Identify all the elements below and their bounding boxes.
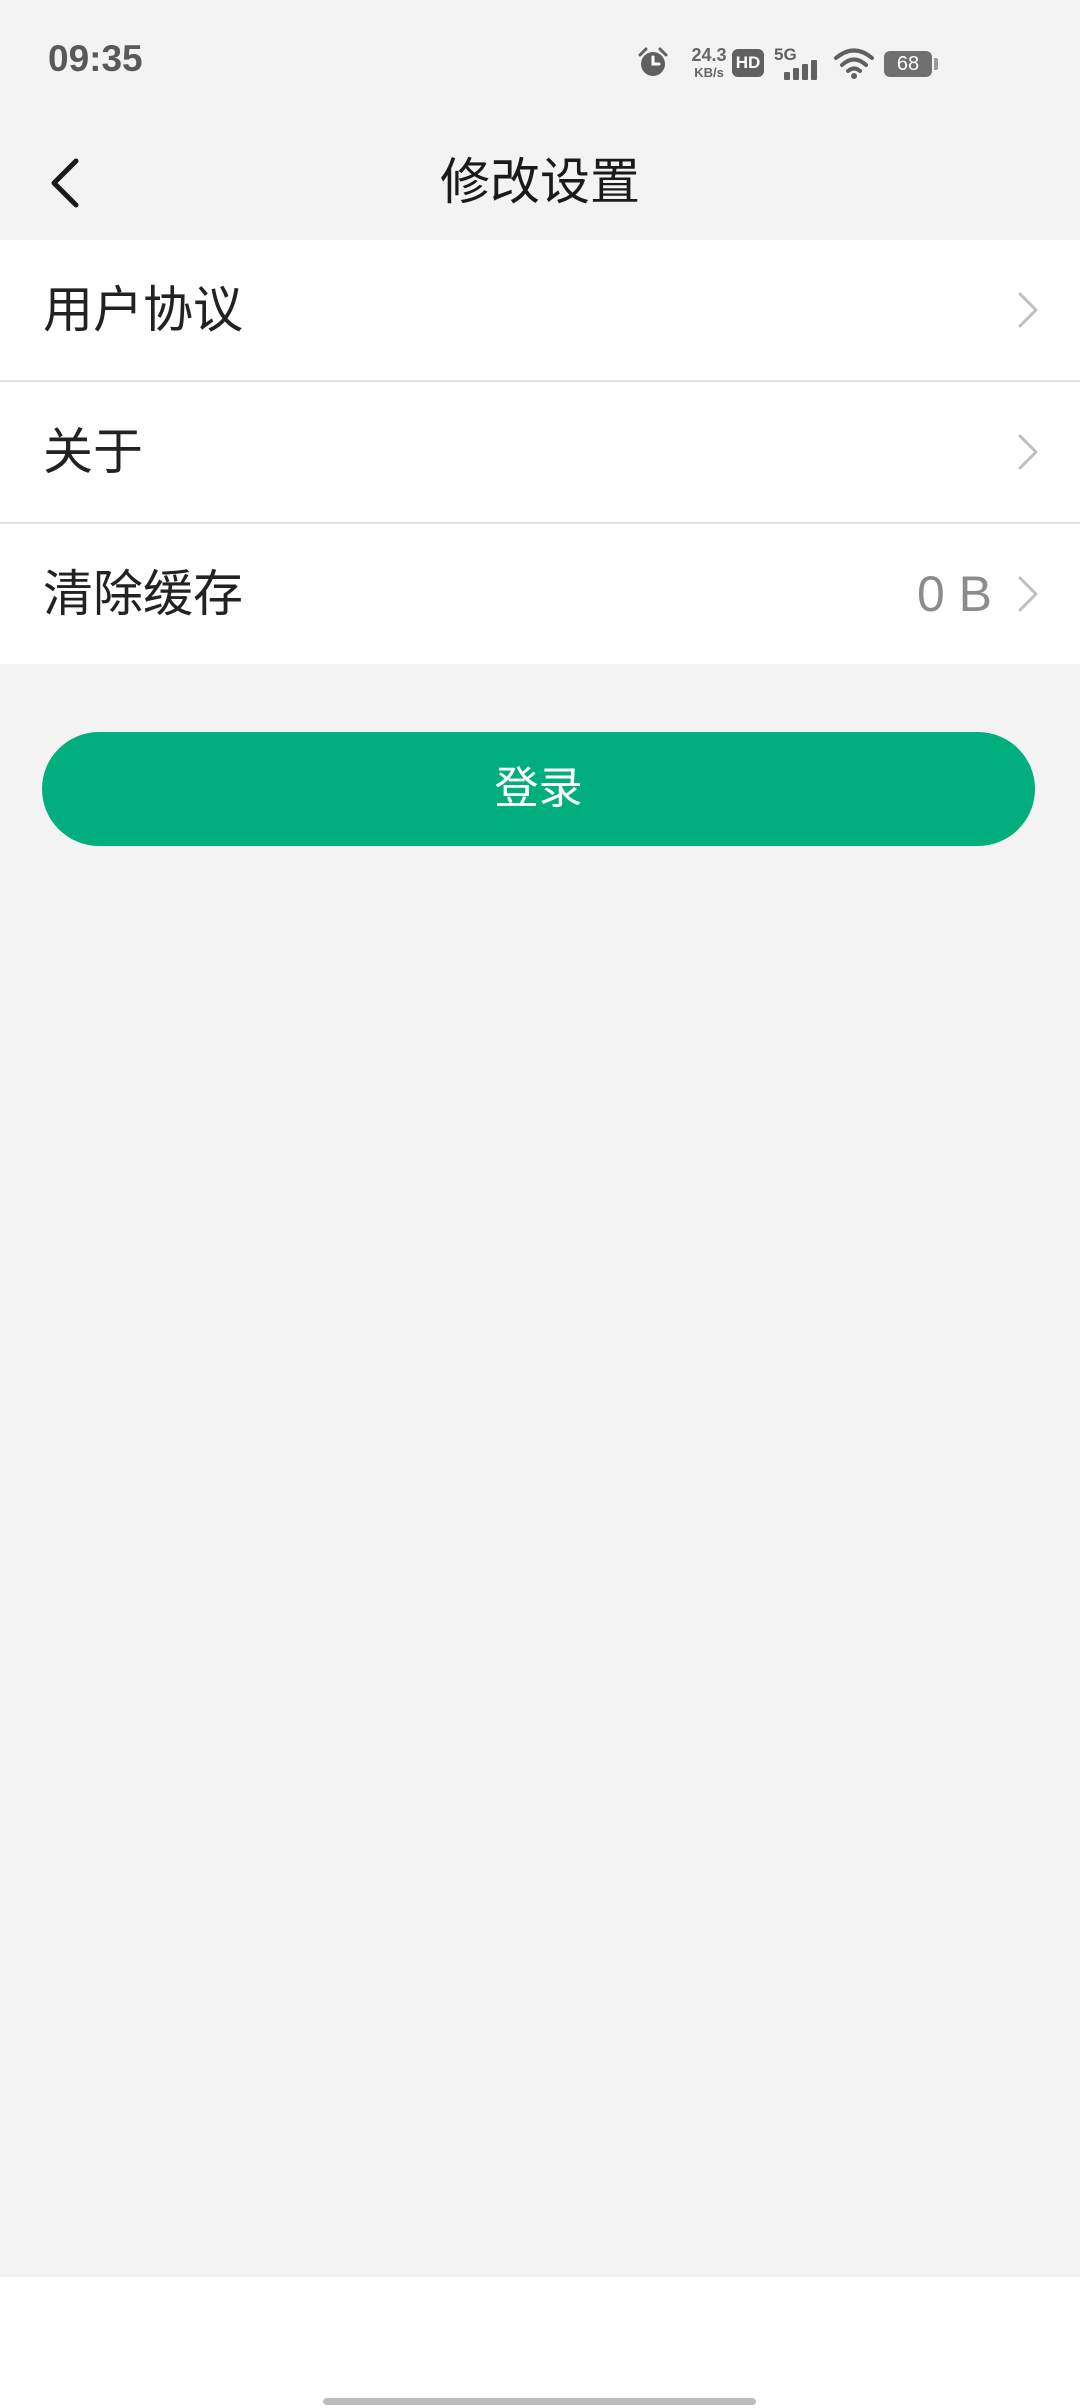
battery-tip (934, 58, 938, 70)
list-item-label: 清除缓存 (43, 565, 243, 623)
battery-icon: 68 (884, 51, 932, 77)
list-item-about[interactable]: 关于 (0, 380, 1080, 522)
list-item-label: 关于 (43, 423, 143, 481)
signal-icon (784, 60, 817, 80)
chevron-right-icon (1018, 434, 1038, 470)
list-item-label: 用户协议 (43, 281, 243, 339)
chevron-right-icon (1018, 292, 1038, 328)
chevron-right-icon (1018, 576, 1038, 612)
page-title: 修改设置 (440, 153, 640, 211)
list-item-user-agreement[interactable]: 用户协议 (0, 240, 1080, 380)
settings-list: 用户协议 关于 清除缓存 0 B (0, 240, 1080, 664)
alarm-icon (638, 47, 668, 76)
list-item-clear-cache[interactable]: 清除缓存 0 B (0, 522, 1080, 664)
status-time: 09:35 (48, 38, 143, 79)
wifi-icon (834, 48, 874, 79)
bottom-nav-area (0, 2277, 1080, 2408)
net-speed: 24.3 KB/s (682, 46, 736, 79)
net-speed-value: 24.3 (691, 45, 727, 65)
title-bar: 修改设置 (0, 125, 1080, 240)
status-icons: 24.3 KB/s HD 5G 68 (636, 40, 946, 90)
net-speed-unit: KB/s (694, 65, 724, 80)
hd-icon: HD (732, 49, 764, 77)
cache-size-value: 0 B (916, 566, 992, 622)
status-bar: 09:35 24.3 KB/s HD 5G 68 (0, 0, 1080, 125)
home-indicator[interactable] (323, 2398, 756, 2405)
login-button[interactable]: 登录 (42, 732, 1035, 846)
